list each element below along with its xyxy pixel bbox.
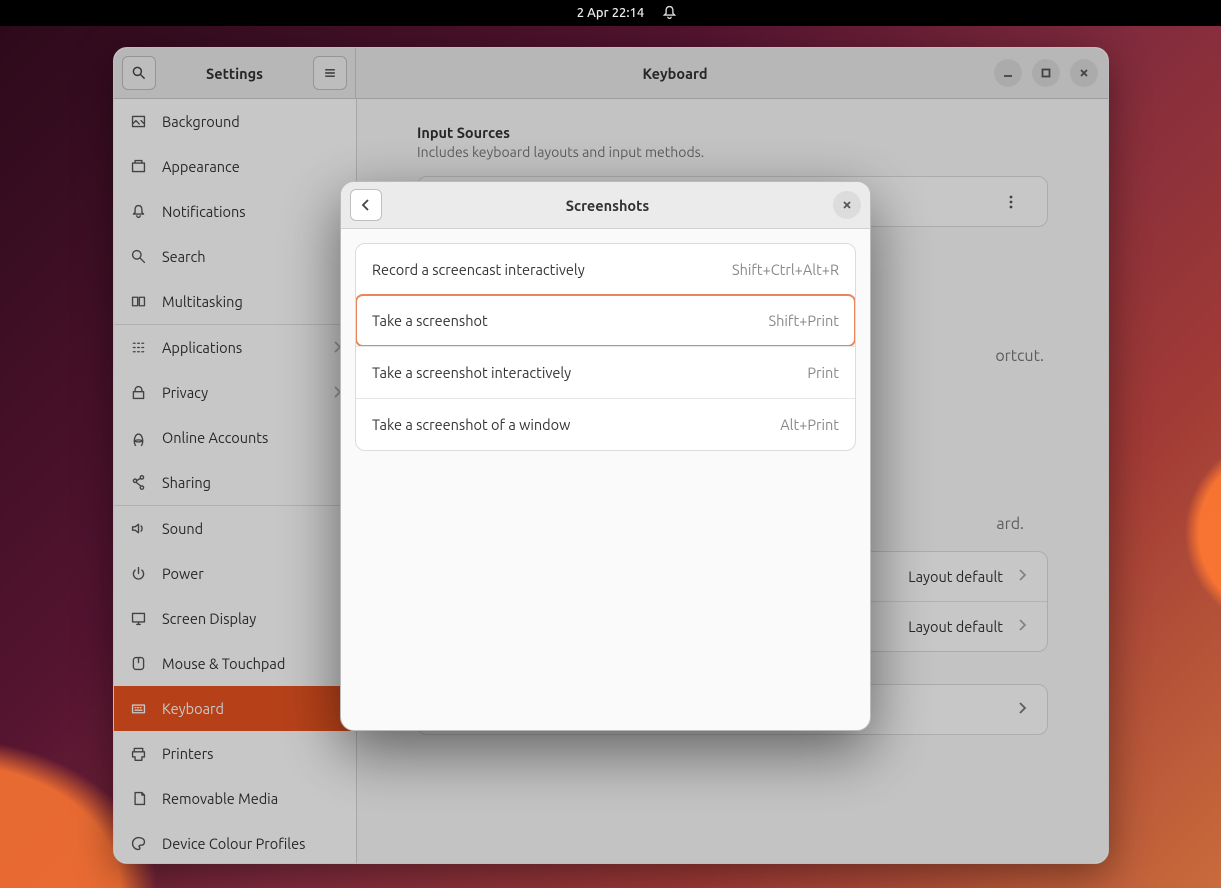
- shortcut-label: Take a screenshot interactively: [372, 364, 571, 381]
- notification-bell-icon[interactable]: [661, 4, 678, 24]
- shortcut-label: Take a screenshot of a window: [372, 416, 570, 433]
- clock: 2 Apr 22:14: [577, 6, 644, 20]
- dialog-back-button[interactable]: [350, 189, 382, 221]
- dialog-header: Screenshots: [341, 182, 870, 229]
- shortcut-list: Record a screencast interactively Shift+C…: [355, 243, 856, 451]
- shortcut-label: Take a screenshot: [372, 312, 488, 329]
- shortcut-key: Shift+Print: [769, 312, 839, 329]
- dialog-close-button[interactable]: [833, 191, 861, 219]
- shortcut-row-screenshot-interactive[interactable]: Take a screenshot interactively Print: [356, 346, 855, 398]
- shortcut-row-record-screencast[interactable]: Record a screencast interactively Shift+C…: [356, 244, 855, 295]
- dialog-title: Screenshots: [382, 197, 833, 214]
- shortcut-row-screenshot-window[interactable]: Take a screenshot of a window Alt+Print: [356, 398, 855, 450]
- screenshots-dialog: Screenshots Record a screencast interact…: [340, 181, 871, 731]
- dialog-body: Record a screencast interactively Shift+C…: [341, 229, 870, 465]
- shortcut-row-take-screenshot[interactable]: Take a screenshot Shift+Print: [355, 294, 856, 347]
- system-top-bar: 2 Apr 22:14: [0, 0, 1221, 26]
- shortcut-label: Record a screencast interactively: [372, 261, 585, 278]
- shortcut-key: Shift+Ctrl+Alt+R: [732, 261, 839, 278]
- shortcut-key: Alt+Print: [780, 416, 839, 433]
- shortcut-key: Print: [807, 364, 839, 381]
